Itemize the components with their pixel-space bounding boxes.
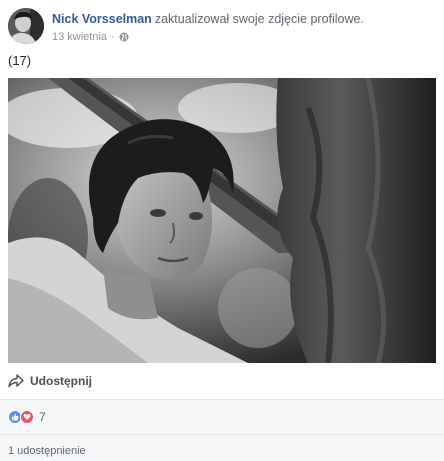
post-footer: 7 1 udostępnienie (0, 400, 444, 461)
share-button[interactable]: Udostępnij (8, 371, 92, 391)
post-timestamp[interactable]: 13 kwietnia (52, 30, 107, 44)
post-header: Nick Vorsselman zaktualizował swoje zdjęc… (8, 8, 438, 48)
author-avatar[interactable] (8, 8, 44, 44)
footer-divider (0, 434, 444, 435)
reaction-count: 7 (39, 410, 46, 424)
post-title-line: Nick Vorsselman zaktualizował swoje zdjęc… (52, 11, 364, 27)
globe-icon[interactable] (119, 32, 129, 42)
meta-separator: · (111, 31, 115, 43)
post-caption: (17) (8, 53, 32, 68)
post-meta: 13 kwietnia · (52, 30, 129, 44)
post-action-text: zaktualizował swoje zdjęcie profilowe. (154, 12, 364, 26)
shares-count-link[interactable]: 1 udostępnienie (8, 445, 86, 457)
share-button-label: Udostępnij (30, 374, 92, 388)
profile-photo[interactable] (8, 78, 436, 363)
author-name[interactable]: Nick Vorsselman (52, 12, 152, 26)
heart-icon (20, 410, 34, 424)
share-arrow-icon (8, 374, 24, 388)
feed-post: Nick Vorsselman zaktualizował swoje zdjęc… (0, 0, 444, 461)
reactions-summary[interactable]: 7 (8, 410, 46, 424)
